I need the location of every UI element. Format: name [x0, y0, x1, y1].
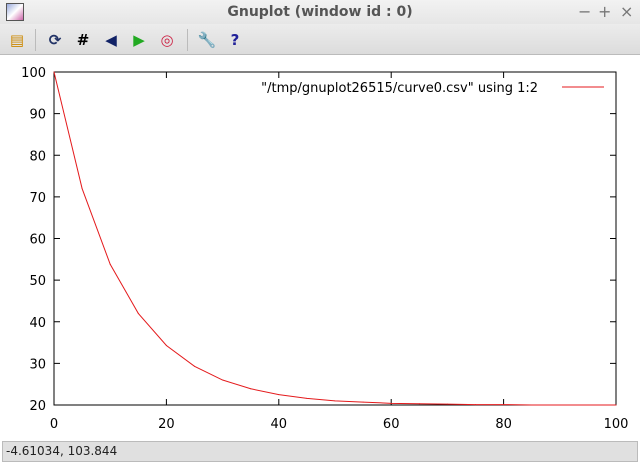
data-point — [334, 400, 336, 402]
settings-icon[interactable]: 🔧 — [197, 30, 217, 50]
copy-to-clipboard-icon[interactable]: ▤ — [7, 30, 27, 50]
x-tick-label: 20 — [158, 417, 175, 432]
y-tick-label: 30 — [29, 357, 46, 372]
data-point — [587, 404, 589, 406]
data-point — [81, 188, 83, 190]
title-bar: Gnuplot (window id : 0) − + × — [0, 0, 640, 24]
data-point — [446, 403, 448, 405]
help-icon[interactable]: ? — [225, 30, 245, 50]
maximize-button[interactable]: + — [598, 2, 611, 21]
y-tick-label: 60 — [29, 233, 46, 248]
autoscale-icon[interactable]: ◎ — [157, 30, 177, 50]
window-title: Gnuplot (window id : 0) — [227, 4, 413, 20]
x-tick-label: 40 — [271, 417, 288, 432]
data-point — [109, 263, 111, 265]
data-point — [250, 388, 252, 390]
data-point — [615, 404, 617, 406]
x-tick-label: 0 — [50, 417, 58, 432]
y-tick-label: 100 — [21, 66, 46, 81]
toolbar-separator — [35, 29, 36, 51]
zoom-next-icon[interactable]: ▶ — [129, 30, 149, 50]
data-point — [559, 404, 561, 406]
y-tick-label: 50 — [29, 274, 46, 289]
data-point — [390, 402, 392, 404]
data-point — [278, 394, 280, 396]
legend-label: "/tmp/gnuplot26515/curve0.csv" using 1:2 — [261, 81, 538, 96]
y-tick-label: 90 — [29, 108, 46, 123]
plot-area[interactable]: 0 20 40 60 80 100 20 30 40 50 60 70 80 90 100 "/tmp/gn… — [0, 56, 640, 440]
data-point — [137, 312, 139, 314]
close-button[interactable]: × — [620, 2, 633, 21]
minimize-button[interactable]: − — [578, 2, 591, 21]
grid-icon[interactable]: # — [73, 30, 93, 50]
y-tick-label: 70 — [29, 191, 46, 206]
data-point — [362, 401, 364, 403]
data-series-line — [53, 71, 616, 406]
data-point — [222, 379, 224, 381]
chart: 0 20 40 60 80 100 20 30 40 50 60 70 80 90 100 "/tmp/gn… — [21, 66, 629, 432]
plot-border — [53, 71, 617, 406]
cursor-coordinates: -4.61034, 103.844 — [6, 444, 118, 458]
data-point — [475, 404, 476, 406]
data-point — [306, 397, 308, 399]
y-tick-label: 20 — [29, 399, 46, 414]
zoom-previous-icon[interactable]: ◀ — [101, 30, 121, 50]
y-tick-label: 80 — [29, 149, 46, 164]
toolbar: ▤ ⟳ # ◀ ▶ ◎ 🔧 ? — [0, 24, 640, 55]
data-point — [194, 365, 195, 367]
data-point — [531, 404, 533, 406]
replot-icon[interactable]: ⟳ — [45, 30, 65, 50]
x-tick-label: 80 — [495, 417, 512, 432]
data-point — [418, 403, 420, 405]
data-point — [53, 71, 55, 73]
x-tick-label: 100 — [604, 417, 629, 432]
data-point — [165, 344, 167, 346]
data-point — [503, 404, 505, 406]
x-tick-label: 60 — [383, 417, 400, 432]
toolbar-separator — [187, 29, 188, 51]
y-tick-label: 40 — [29, 316, 46, 331]
status-bar: -4.61034, 103.844 — [2, 441, 638, 462]
